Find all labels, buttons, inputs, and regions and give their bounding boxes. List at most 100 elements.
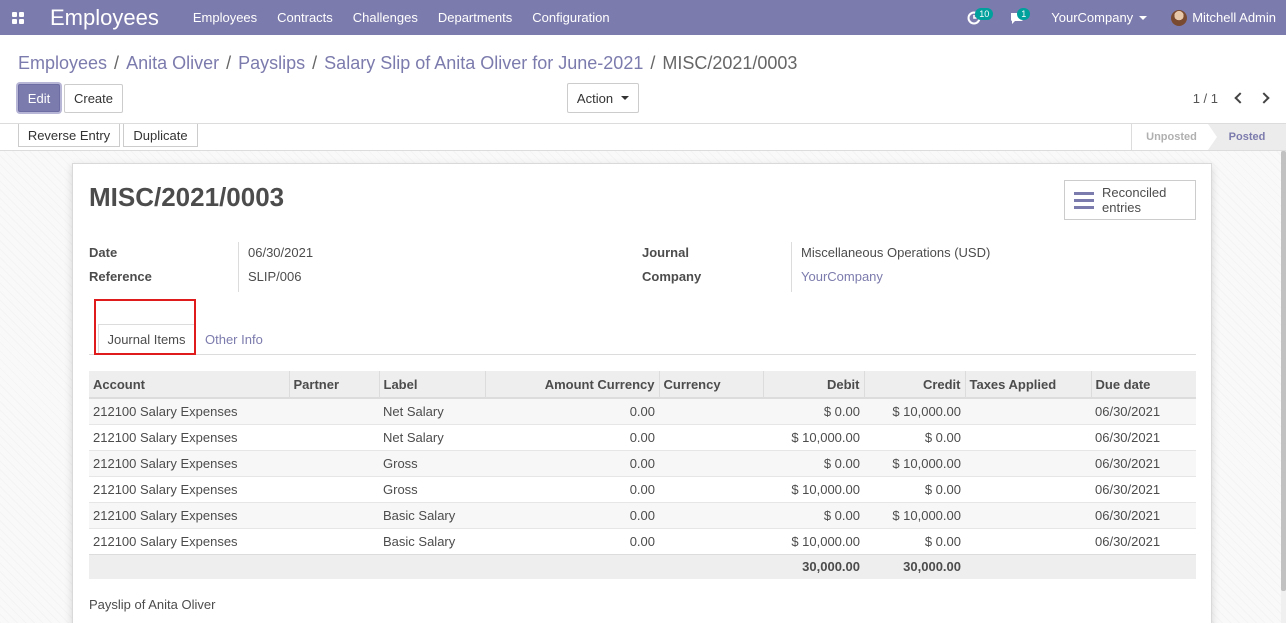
- chevron-left-icon: [1233, 92, 1246, 104]
- journal-value: Miscellaneous Operations (USD): [801, 245, 991, 260]
- cell-amount-currency: 0.00: [485, 449, 659, 476]
- breadcrumb-separator: /: [226, 53, 232, 73]
- menu-employees[interactable]: Employees: [183, 10, 267, 25]
- menu-configuration[interactable]: Configuration: [522, 10, 619, 25]
- breadcrumb-current: MISC/2021/0003: [662, 53, 798, 73]
- table-row[interactable]: 212100 Salary Expenses Basic Salary 0.00…: [89, 527, 1196, 554]
- action-label: Action: [576, 90, 614, 106]
- total-credit: 30,000.00: [864, 553, 965, 579]
- col-account[interactable]: Account: [89, 371, 289, 399]
- caret-down-icon: [1139, 15, 1148, 20]
- vertical-scrollbar[interactable]: [1281, 151, 1286, 623]
- table-row[interactable]: 212100 Salary Expenses Basic Salary 0.00…: [89, 501, 1196, 528]
- bars-icon: [1074, 191, 1094, 209]
- apps-menu-icon[interactable]: [0, 0, 36, 35]
- menu-challenges[interactable]: Challenges: [343, 10, 428, 25]
- cell-label: Net Salary: [379, 397, 485, 424]
- edit-button[interactable]: Edit: [18, 84, 60, 112]
- cell-taxes: [965, 397, 1091, 424]
- chevron-right-icon: [1257, 92, 1270, 104]
- cell-credit: $ 10,000.00: [864, 501, 965, 528]
- col-due-date[interactable]: Due date: [1090, 371, 1196, 399]
- total-debit: 30,000.00: [763, 553, 864, 579]
- cell-taxes: [965, 475, 1091, 502]
- company-label: Company: [642, 269, 702, 284]
- cell-credit: $ 10,000.00: [864, 397, 965, 424]
- col-amount-currency[interactable]: Amount Currency: [484, 371, 659, 399]
- menu-contracts[interactable]: Contracts: [267, 10, 343, 25]
- cell-taxes: [965, 501, 1091, 528]
- messages-count-badge: 1: [1017, 8, 1031, 20]
- table-total-row: 30,000.00 30,000.00: [89, 553, 1196, 579]
- col-partner[interactable]: Partner: [288, 371, 379, 399]
- cell-label: Gross: [379, 449, 485, 476]
- stage-unposted[interactable]: Unposted: [1131, 124, 1211, 150]
- cell-label: Basic Salary: [379, 527, 485, 554]
- cell-partner: [289, 423, 379, 450]
- cell-account: 212100 Salary Expenses: [89, 449, 289, 476]
- breadcrumb-payslip[interactable]: Salary Slip of Anita Oliver for June-202…: [324, 53, 643, 74]
- cell-credit: $ 0.00: [864, 527, 965, 554]
- stage-posted[interactable]: Posted: [1208, 124, 1286, 150]
- reverse-entry-button[interactable]: Reverse Entry: [18, 124, 120, 147]
- cell-partner: [289, 397, 379, 424]
- app-title[interactable]: Employees: [36, 5, 173, 31]
- table-row[interactable]: 212100 Salary Expenses Net Salary 0.00 $…: [89, 423, 1196, 450]
- create-button[interactable]: Create: [64, 84, 123, 113]
- menu-departments[interactable]: Departments: [428, 10, 522, 25]
- cell-partner: [289, 527, 379, 554]
- activities-button[interactable]: 10: [953, 0, 995, 35]
- breadcrumb-separator: /: [114, 53, 120, 73]
- main-menu: Employees Contracts Challenges Departmen…: [183, 10, 620, 25]
- pager-next-button[interactable]: [1255, 88, 1275, 108]
- breadcrumb-payslips[interactable]: Payslips: [238, 53, 305, 74]
- user-menu[interactable]: Mitchell Admin: [1159, 9, 1286, 26]
- cell-label: Net Salary: [379, 423, 485, 450]
- cell-currency: [659, 527, 763, 554]
- table-row[interactable]: 212100 Salary Expenses Gross 0.00 $ 10,0…: [89, 475, 1196, 502]
- user-name: Mitchell Admin: [1192, 10, 1276, 25]
- cell-taxes: [965, 527, 1091, 554]
- cell-due-date: 06/30/2021: [1091, 475, 1196, 502]
- col-currency[interactable]: Currency: [658, 371, 763, 399]
- cell-account: 212100 Salary Expenses: [89, 423, 289, 450]
- activities-count-badge: 10: [975, 8, 994, 20]
- table-row[interactable]: 212100 Salary Expenses Net Salary 0.00 $…: [89, 397, 1196, 424]
- cell-account: 212100 Salary Expenses: [89, 501, 289, 528]
- cell-due-date: 06/30/2021: [1091, 449, 1196, 476]
- cell-debit: $ 0.00: [763, 501, 864, 528]
- duplicate-button[interactable]: Duplicate: [123, 124, 198, 147]
- scrollbar-thumb[interactable]: [1281, 151, 1286, 591]
- pager-value[interactable]: 1 / 1: [1193, 91, 1218, 106]
- narration-text: Payslip of Anita Oliver: [89, 597, 216, 612]
- pager-previous-button[interactable]: [1228, 88, 1248, 108]
- col-debit[interactable]: Debit: [762, 371, 864, 399]
- reconciled-entries-label: Reconciled entries: [1102, 185, 1167, 215]
- cell-debit: $ 10,000.00: [763, 475, 864, 502]
- col-credit[interactable]: Credit: [863, 371, 965, 399]
- cell-amount-currency: 0.00: [485, 501, 659, 528]
- cell-label: Basic Salary: [379, 501, 485, 528]
- cell-amount-currency: 0.00: [485, 423, 659, 450]
- cell-amount-currency: 0.00: [485, 397, 659, 424]
- col-label[interactable]: Label: [378, 371, 485, 399]
- cell-credit: $ 10,000.00: [864, 449, 965, 476]
- reconciled-entries-button[interactable]: Reconciled entries: [1064, 180, 1196, 220]
- reference-value: SLIP/006: [248, 269, 302, 284]
- breadcrumb-employee[interactable]: Anita Oliver: [126, 53, 219, 74]
- company-link[interactable]: YourCompany: [792, 269, 883, 284]
- cell-label: Gross: [379, 475, 485, 502]
- messages-button[interactable]: 1: [995, 0, 1039, 35]
- company-switcher[interactable]: YourCompany: [1039, 10, 1159, 25]
- cell-amount-currency: 0.00: [485, 475, 659, 502]
- tab-other-info[interactable]: Other Info: [205, 324, 263, 355]
- col-taxes-applied[interactable]: Taxes Applied: [964, 371, 1091, 399]
- action-dropdown[interactable]: Action: [567, 83, 639, 113]
- cell-currency: [659, 475, 763, 502]
- cell-partner: [289, 449, 379, 476]
- breadcrumb-employees[interactable]: Employees: [18, 53, 107, 74]
- cell-account: 212100 Salary Expenses: [89, 475, 289, 502]
- cell-currency: [659, 501, 763, 528]
- table-header-row: Account Partner Label Amount Currency Cu…: [89, 371, 1196, 399]
- table-row[interactable]: 212100 Salary Expenses Gross 0.00 $ 0.00…: [89, 449, 1196, 476]
